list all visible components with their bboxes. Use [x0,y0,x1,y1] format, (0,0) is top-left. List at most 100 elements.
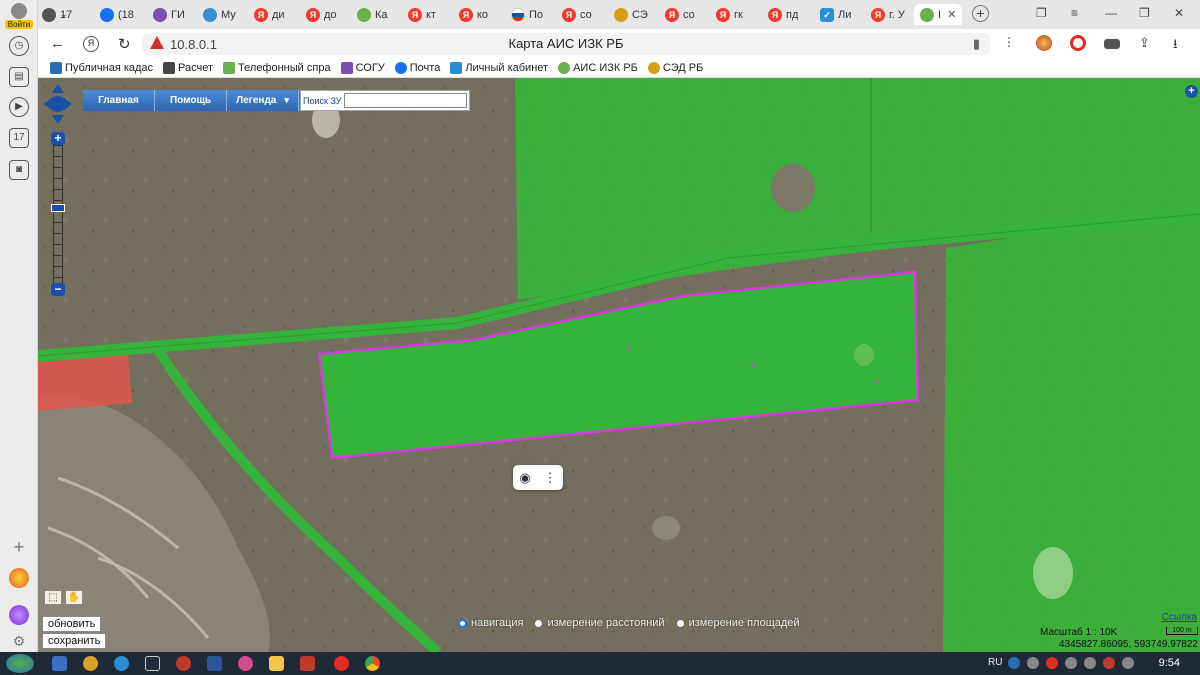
calendar-icon[interactable]: 17 [9,128,29,148]
radio-icon[interactable] [675,618,685,628]
tray-icon[interactable] [1027,657,1039,669]
start-button[interactable] [6,654,34,673]
yandex-home-icon[interactable]: Я [83,36,99,52]
bookmark-item[interactable]: Телефонный спра [223,62,331,74]
app-icon[interactable] [176,656,191,671]
tab-7[interactable]: Якт [408,4,436,25]
link-button[interactable]: Ссылка [1162,612,1197,623]
tab-0[interactable]: 17 [42,4,72,25]
bookmark-item[interactable]: Публичная кадас [50,62,153,74]
play-icon[interactable]: ▶ [9,97,29,117]
tab-3[interactable]: Му [203,4,236,25]
radio-icon[interactable] [534,618,544,628]
settings-icon[interactable]: ⚙ [9,632,29,652]
volume-icon[interactable] [1122,657,1134,669]
save-button[interactable]: сохранить [42,633,107,649]
share-icon[interactable]: ⇪ [1139,35,1150,51]
parcel-east[interactable] [943,208,1200,652]
tab-17-active[interactable]: I ✕ [914,4,963,25]
map-view[interactable]: + − Главная Помощь Легенда Поиск ЗУ + ◉ … [38,78,1200,652]
tab-dropdown[interactable]: ⌄ [60,4,68,25]
tab-5[interactable]: Ядо [306,4,337,25]
bookmark-icon[interactable]: ▮ [973,36,980,52]
tab-2[interactable]: ГИ [153,4,185,25]
bookmark-item[interactable]: СОГУ [340,62,385,74]
tab-13[interactable]: Ягк [716,4,743,25]
app-icon[interactable] [238,656,253,671]
bookmark-item[interactable]: Почта [394,62,440,74]
tab-4[interactable]: Яди [254,4,285,25]
layers-expand-icon[interactable]: + [1185,85,1198,98]
tab-10[interactable]: Ясо [562,4,592,25]
mode-navigation[interactable]: навигация [458,617,523,629]
help-icon[interactable] [1008,657,1020,669]
zoom-in-button[interactable]: + [51,132,65,145]
zoom-out-button[interactable]: − [51,283,65,296]
tab-1[interactable]: (18 [100,4,134,25]
chrome-icon[interactable] [365,656,380,671]
menu-home[interactable]: Главная [83,90,155,111]
tab-6[interactable]: Ка [357,4,388,25]
ie-icon[interactable] [114,656,129,671]
back-icon[interactable]: ← [50,35,65,52]
tab-11[interactable]: СЭ [614,4,648,25]
app-icon[interactable] [145,656,160,671]
more-icon[interactable]: ⋮ [1003,35,1015,49]
bookmark-item[interactable]: АИС ИЗК РБ [558,62,638,74]
word-icon[interactable] [207,656,222,671]
zoom-thumb[interactable] [51,204,65,212]
search-input[interactable] [343,93,467,108]
tab-15[interactable]: ✓ Ли [820,4,851,25]
download-icon[interactable]: ⭳ [1173,35,1178,57]
tab-9[interactable]: По [511,4,543,25]
hand-tool-icon[interactable]: ✋ [65,590,83,605]
new-tab-button[interactable]: + [972,5,989,22]
restricted-zone[interactable] [38,354,132,411]
tray-icon[interactable] [1103,657,1115,669]
folder-icon[interactable] [269,656,284,671]
language-indicator[interactable]: RU [988,657,1002,668]
tab-8[interactable]: Яко [459,4,488,25]
yandex-browser-icon[interactable] [334,656,349,671]
save-app-icon[interactable] [52,656,67,671]
zen-icon[interactable] [9,568,29,588]
history-icon[interactable]: ◷ [9,36,29,56]
select-tool-icon[interactable]: ⬚ [44,590,62,605]
menu-icon[interactable]: ≡ [1071,6,1078,20]
menu-help[interactable]: Помощь [155,90,227,111]
minimize-icon[interactable]: — [1105,6,1117,20]
opera-icon[interactable] [1070,35,1086,51]
tab-14[interactable]: Япд [768,4,798,25]
network-icon[interactable] [1084,657,1096,669]
tab-12[interactable]: Ясо [665,4,695,25]
menu-legend[interactable]: Легенда [227,90,299,111]
bookmark-item[interactable]: Личный кабинет [450,62,548,74]
collections-icon[interactable]: ▤ [9,67,29,87]
app-icon[interactable] [300,656,315,671]
close-window-icon[interactable]: ✕ [1174,6,1184,20]
app-icon[interactable] [83,656,98,671]
yandex-tray-icon[interactable] [1046,657,1058,669]
screenshot-icon[interactable]: ◙ [9,160,29,180]
close-tab-icon[interactable]: ✕ [947,8,956,21]
mode-distance[interactable]: измерение расстояний [534,617,665,629]
more-icon[interactable]: ⋮ [544,470,557,486]
bookmark-item[interactable]: Расчет [163,62,213,74]
satellite-map[interactable] [38,78,1200,652]
camera-icon[interactable]: ◉ [519,470,530,486]
vpn-icon[interactable] [1104,39,1120,49]
refresh-button[interactable]: обновить [42,616,102,632]
tab-16[interactable]: Яг. У [871,4,905,25]
zoom-track[interactable] [53,145,63,283]
restore-icon[interactable]: ❐ [1139,6,1150,20]
clock[interactable]: 9:54 [1159,657,1180,669]
tab-collections-icon[interactable]: ❐ [1036,6,1047,20]
alice-icon[interactable] [9,605,29,625]
radio-icon[interactable] [458,618,467,628]
extension-icon[interactable] [1036,35,1052,51]
mode-area[interactable]: измерение площадей [675,617,800,629]
pan-control[interactable] [44,84,72,124]
add-panel-icon[interactable]: + [9,538,29,558]
tray-icon[interactable] [1065,657,1077,669]
zoom-slider[interactable]: + − [51,132,65,296]
